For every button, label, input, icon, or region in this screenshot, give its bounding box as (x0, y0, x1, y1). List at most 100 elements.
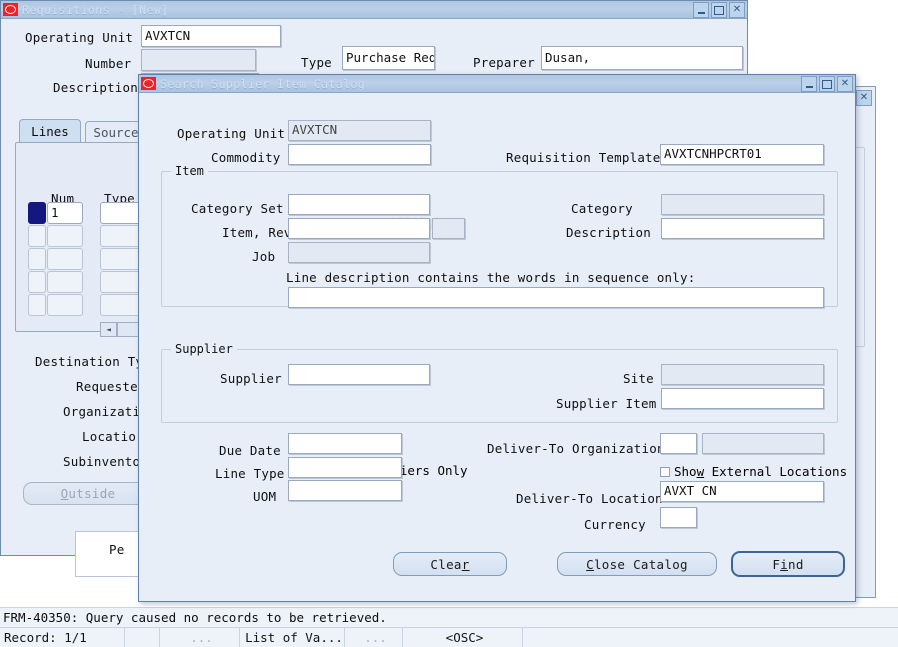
item-category-label: Category (571, 201, 633, 216)
dialog-close-button[interactable]: ✕ (837, 76, 853, 92)
organization-label: Organizatio (63, 404, 148, 419)
dialog-minimize-button[interactable] (801, 76, 817, 92)
find-button[interactable]: Find (731, 551, 845, 577)
due-date-label: Due Date (219, 443, 281, 458)
dialog-operating-unit-label: Operating Unit (177, 126, 286, 141)
site-label: Site (623, 371, 654, 386)
dialog-maximize-button[interactable] (819, 76, 835, 92)
status-cell-extra: ... (345, 628, 403, 647)
uom-label: UOM (253, 489, 277, 504)
description-label: Description (53, 80, 138, 95)
status-cell-list-of-values: List of Va... (240, 628, 345, 647)
dialog-commodity-label: Commodity (211, 150, 281, 165)
dialog-titlebar[interactable]: Search Supplier Item Catalog ✕ (139, 75, 855, 93)
status-cell-tail (523, 628, 898, 647)
deliver-to-location-label: Deliver-To Location (516, 491, 663, 506)
tab-lines[interactable]: Lines (19, 119, 81, 142)
show-external-locations-label: Show External Locations (674, 464, 848, 479)
cell-num-3[interactable] (47, 248, 83, 270)
number-label: Number (85, 56, 132, 71)
show-external-locations-box-icon[interactable] (660, 466, 670, 477)
row-selector-5[interactable] (28, 294, 46, 316)
close-catalog-button[interactable]: Close Catalog (557, 552, 717, 576)
location-label: Locatio (82, 429, 137, 444)
requisitions-title: Requisitions - [New] (22, 2, 169, 17)
cell-num-2[interactable] (47, 225, 83, 247)
outside-button-label: Outside (60, 486, 116, 501)
number-field[interactable] (141, 49, 256, 71)
row-selector-3[interactable] (28, 248, 46, 270)
item-field[interactable] (288, 218, 430, 239)
background-window-close-button[interactable]: ✕ (856, 90, 872, 106)
requester-label: Requeste (76, 379, 138, 394)
cell-num-4[interactable] (47, 271, 83, 293)
job-field[interactable] (288, 242, 430, 263)
status-cell-mode: ... (160, 628, 240, 647)
row-selector-4[interactable] (28, 271, 46, 293)
due-date-field[interactable] (288, 433, 402, 454)
category-set-label: Category Set (191, 201, 284, 216)
supplier-group-title: Supplier (171, 342, 237, 356)
status-cell-blank (125, 628, 160, 647)
show-external-locations-checkbox[interactable]: Show External Locations (660, 464, 847, 479)
clear-button[interactable]: Clear (393, 552, 507, 576)
requisition-template-field[interactable]: AVXTCNHPCRT01 (660, 144, 824, 165)
supplier-item-field[interactable] (661, 388, 824, 409)
uom-field[interactable] (288, 480, 402, 501)
tab-source-label: Source (93, 124, 139, 140)
subinventory-label: Subinventor (63, 454, 148, 469)
currency-field[interactable] (660, 507, 697, 528)
type-label: Type (301, 55, 332, 70)
preparer-field[interactable]: Dusan, (541, 46, 743, 70)
dialog-commodity-field[interactable] (288, 144, 431, 165)
requisitions-close-button[interactable]: ✕ (729, 2, 745, 18)
destination-type-label: Destination Typ (35, 354, 151, 369)
cell-num-1[interactable]: 1 (47, 202, 83, 224)
find-button-label: Find (772, 556, 804, 572)
close-catalog-button-label: Close Catalog (586, 556, 688, 572)
rev-field[interactable] (432, 218, 465, 239)
currency-label: Currency (584, 517, 646, 532)
supplier-group: Supplier (161, 342, 838, 423)
requisitions-titlebar[interactable]: Requisitions - [New] ✕ (1, 1, 747, 19)
lines-scroll-left-arrow[interactable]: ◄ (100, 322, 117, 337)
supplier-item-label: Supplier Item (556, 396, 657, 411)
item-rev-label: Item, Rev (222, 225, 292, 240)
dialog-operating-unit-field[interactable]: AVXTCN (288, 120, 431, 141)
preparer-fragment-label: Pe (109, 542, 125, 557)
type-field[interactable]: Purchase Requ (342, 46, 435, 70)
status-indicator-bar: Record: 1/1 ... List of Va... ... <OSC> (0, 627, 898, 647)
item-description-field[interactable] (661, 218, 824, 239)
deliver-to-location-field[interactable]: AVXT CN (660, 481, 824, 502)
job-label: Job (252, 249, 276, 264)
item-group-title: Item (171, 164, 208, 178)
deliver-to-organization-code-field[interactable] (660, 433, 697, 454)
line-description-field[interactable] (288, 287, 824, 308)
requisition-template-label: Requisition Template (506, 150, 661, 165)
tab-lines-label: Lines (31, 123, 69, 139)
search-supplier-item-catalog-dialog[interactable]: Search Supplier Item Catalog ✕ 矩形角度(R) O… (138, 74, 856, 602)
site-field[interactable] (661, 364, 824, 385)
line-type-label: Line Type (215, 466, 285, 481)
supplier-field[interactable] (288, 364, 430, 385)
status-message-bar: FRM-40350: Query caused no records to be… (0, 607, 898, 627)
dialog-title: Search Supplier Item Catalog (160, 76, 366, 91)
operating-unit-label: Operating Unit (25, 30, 134, 45)
row-selector-2[interactable] (28, 225, 46, 247)
preparer-label: Preparer (473, 55, 535, 70)
supplier-label: Supplier (220, 371, 282, 386)
item-category-field[interactable] (661, 194, 824, 215)
requisitions-maximize-button[interactable] (711, 2, 727, 18)
deliver-to-organization-name-field[interactable] (702, 433, 824, 454)
requisitions-minimize-button[interactable] (693, 2, 709, 18)
status-cell-record: Record: 1/1 (0, 628, 125, 647)
category-set-field[interactable] (288, 194, 430, 215)
line-type-field[interactable] (288, 457, 402, 478)
clear-button-label: Clear (430, 556, 470, 572)
operating-unit-field[interactable]: AVXTCN (141, 25, 281, 47)
deliver-to-organization-label: Deliver-To Organization (487, 441, 665, 456)
cell-num-5[interactable] (47, 294, 83, 316)
item-description-label: Description (566, 225, 651, 240)
outside-button[interactable]: Outside (23, 482, 153, 505)
row-selector-1[interactable] (28, 202, 46, 224)
